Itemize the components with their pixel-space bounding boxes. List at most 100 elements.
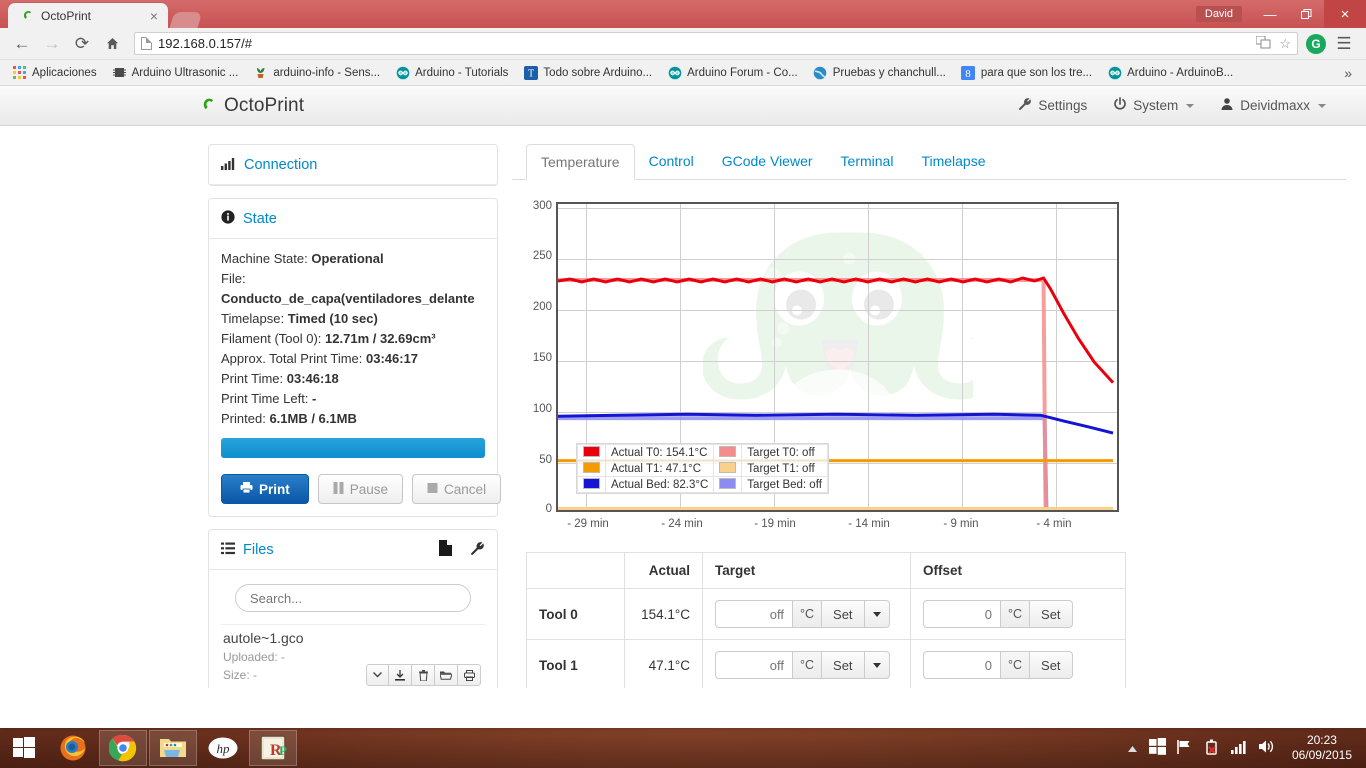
offset-input[interactable] — [923, 600, 1001, 628]
folder-load-icon[interactable] — [435, 664, 458, 686]
chrome-menu-icon[interactable]: ☰ — [1330, 30, 1358, 58]
wrench-icon[interactable] — [470, 541, 485, 559]
pause-button[interactable]: Pause — [317, 474, 404, 504]
list-item[interactable]: autole~1.gco Uploaded: - Size: - — [221, 624, 485, 688]
target-set-button[interactable]: Set — [822, 600, 865, 628]
reload-button[interactable]: ⟳ — [68, 30, 96, 58]
arduino-icon — [667, 65, 682, 80]
col-actual: Actual — [624, 552, 703, 589]
temperature-table: Actual Target Offset Tool 0 154.1°C °C — [526, 552, 1126, 688]
state-panel: State Machine State: Operational File: C… — [208, 198, 502, 517]
windows-taskbar: hp R P 20:23 06/09/2015 — [0, 728, 1366, 768]
bookmark-aplicaciones[interactable]: Aplicaciones — [6, 63, 103, 82]
taskbar-chrome-icon[interactable] — [99, 730, 147, 766]
target-set-button[interactable]: Set — [822, 651, 865, 679]
target-dropdown-button[interactable] — [864, 600, 890, 628]
tab-terminal[interactable]: Terminal — [827, 144, 908, 180]
chevron-down-icon[interactable] — [366, 664, 389, 686]
octoprint-page: OctoPrint Settings System Deividmaxx Con… — [0, 86, 1366, 688]
home-button[interactable] — [98, 30, 126, 58]
browser-tab-octoprint[interactable]: OctoPrint × — [8, 3, 168, 28]
download-icon[interactable] — [389, 664, 412, 686]
nav-user[interactable]: Deividmaxx — [1220, 97, 1326, 114]
y-tick-0: 0 — [545, 503, 552, 515]
offset-set-button[interactable]: Set — [1030, 651, 1073, 679]
temperature-chart: 300 250 200 150 100 50 0 Actual T0: 154.… — [526, 196, 1126, 536]
maximize-button[interactable] — [1288, 0, 1324, 28]
print-icon[interactable] — [458, 664, 481, 686]
legend-label: Actual T1: 47.1°C — [604, 460, 715, 477]
extension-green-icon[interactable]: G — [1306, 33, 1326, 54]
trash-icon[interactable] — [412, 664, 435, 686]
signal-bars-icon[interactable] — [1230, 740, 1247, 757]
table-header-row: Actual Target Offset — [526, 552, 1126, 589]
pause-button-label: Pause — [349, 481, 389, 497]
network-flag-icon[interactable] — [1177, 739, 1193, 758]
state-panel-header[interactable]: State — [209, 199, 497, 239]
bookmark-star-icon[interactable]: ☆ — [1279, 36, 1291, 52]
tab-temperature[interactable]: Temperature — [526, 144, 635, 180]
address-bar[interactable]: 192.168.0.157/# ☆ — [134, 32, 1298, 55]
nav-system[interactable]: System — [1113, 97, 1195, 114]
search-input[interactable] — [235, 584, 471, 612]
forward-button[interactable]: → — [38, 30, 66, 58]
main-tabs: Temperature Control GCode Viewer Termina… — [512, 144, 1346, 180]
bookmark-pruebas-y-chanchullos[interactable]: Pruebas y chanchull... — [807, 63, 952, 82]
target-input[interactable] — [715, 600, 793, 628]
bookmark-arduino-info[interactable]: arduino-info - Sens... — [247, 63, 386, 82]
y-tick-100: 100 — [532, 403, 552, 415]
tab-gcode-viewer[interactable]: GCode Viewer — [708, 144, 827, 180]
back-button[interactable]: ← — [8, 30, 36, 58]
bookmarks-overflow-button[interactable]: » — [1336, 65, 1360, 81]
row-target-tool1: °C Set — [702, 639, 911, 688]
close-window-button[interactable]: × — [1324, 0, 1366, 28]
legend-row: Actual T1: 47.1°C Target T1: off — [577, 460, 828, 477]
nav-settings[interactable]: Settings — [1018, 97, 1087, 114]
offset-input[interactable] — [923, 651, 1001, 679]
taskbar-repetier-icon[interactable]: R P — [249, 730, 297, 766]
state-label: Printed: — [221, 411, 266, 426]
files-panel-header[interactable]: Files — [209, 530, 497, 570]
window-user-chip[interactable]: David — [1195, 6, 1242, 22]
volume-icon[interactable] — [1258, 739, 1275, 757]
print-button[interactable]: Print — [221, 474, 309, 504]
bookmark-arduino-forum[interactable]: Arduino Forum - Co... — [661, 63, 804, 82]
target-input-group: °C Set — [715, 651, 890, 679]
octoprint-brand-label: OctoPrint — [224, 94, 305, 116]
bookmark-todo-sobre-arduino[interactable]: T Todo sobre Arduino... — [517, 63, 658, 82]
unit-celsius: °C — [1001, 651, 1031, 679]
connection-panel-header[interactable]: Connection — [209, 145, 497, 185]
signal-bars-icon — [221, 157, 236, 173]
chart-plot-area: Actual T0: 154.1°C Target T0: off Actual… — [556, 202, 1119, 512]
cancel-button[interactable]: Cancel — [412, 474, 502, 504]
battery-error-icon[interactable] — [1204, 738, 1220, 759]
bookmark-arduino-ultrasonic[interactable]: Arduino Ultrasonic ... — [106, 63, 245, 82]
taskbar-firefox-icon[interactable] — [49, 730, 97, 766]
x-tick-14min: - 14 min — [848, 518, 890, 530]
taskbar-clock[interactable]: 20:23 06/09/2015 — [1286, 733, 1358, 763]
translate-icon[interactable] — [1255, 35, 1271, 52]
offset-set-button[interactable]: Set — [1030, 600, 1073, 628]
minimize-button[interactable]: — — [1252, 0, 1288, 28]
bookmark-arduino-arduinoboard[interactable]: Arduino - ArduinoB... — [1101, 63, 1239, 82]
octoprint-brand[interactable]: OctoPrint — [198, 95, 304, 117]
bookmark-para-que-son-los-tres[interactable]: 8 para que son los tre... — [955, 63, 1098, 82]
y-tick-200: 200 — [532, 301, 552, 313]
windows-action-center-icon[interactable] — [1148, 738, 1166, 758]
taskbar-hp-icon[interactable]: hp — [199, 730, 247, 766]
row-actual-tool0: 154.1°C — [624, 588, 703, 640]
target-dropdown-button[interactable] — [864, 651, 890, 679]
show-hidden-icons-arrow[interactable] — [1127, 741, 1138, 756]
legend-swatch — [583, 446, 600, 457]
new-tab-button[interactable] — [169, 12, 203, 28]
tab-close-icon[interactable]: × — [144, 9, 158, 23]
upload-file-icon[interactable] — [439, 540, 452, 559]
bookmark-arduino-tutorials[interactable]: Arduino - Tutorials — [389, 63, 514, 82]
x-tick-9min: - 9 min — [943, 518, 979, 530]
target-input[interactable] — [715, 651, 793, 679]
taskbar-file-explorer-icon[interactable] — [149, 730, 197, 766]
tab-timelapse[interactable]: Timelapse — [907, 144, 999, 180]
start-button[interactable] — [0, 728, 48, 768]
tab-control[interactable]: Control — [635, 144, 708, 180]
col-target: Target — [702, 552, 911, 589]
